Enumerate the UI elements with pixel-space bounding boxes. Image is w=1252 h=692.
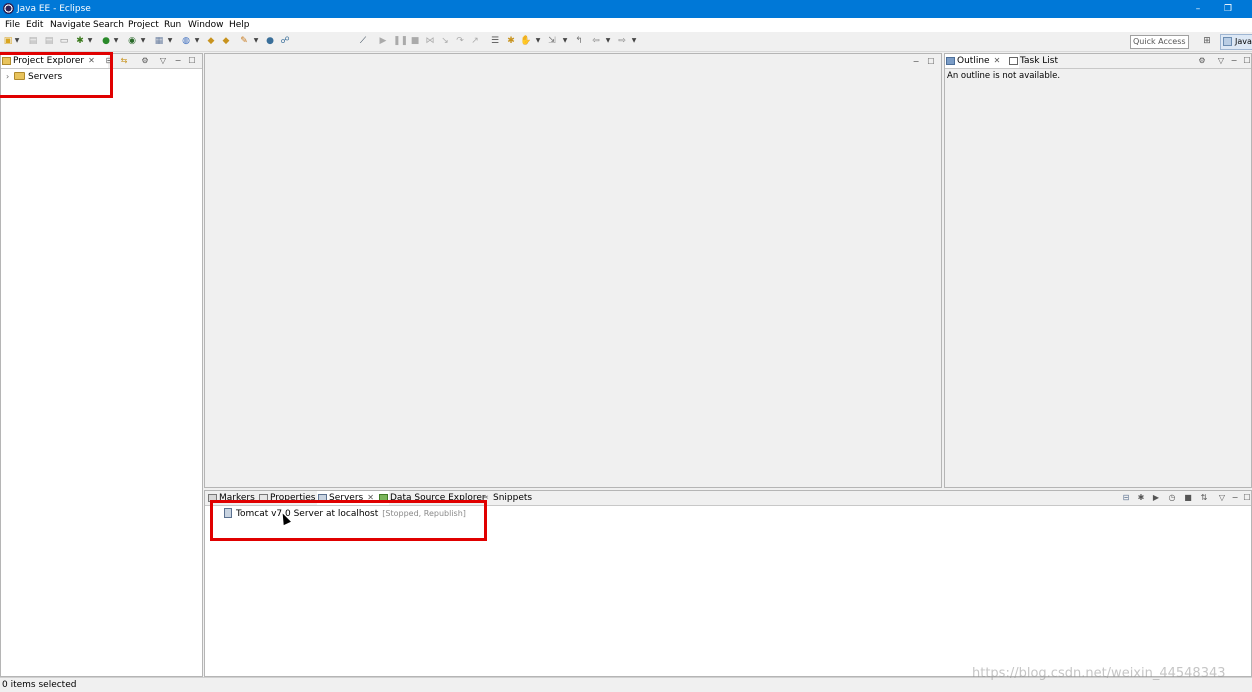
task-list-icon: [1009, 57, 1018, 65]
last-edit-icon[interactable]: ↰: [573, 35, 585, 47]
new-server-dropdown-icon[interactable]: ▼: [167, 35, 173, 47]
back-icon[interactable]: ⇦: [590, 35, 602, 47]
toggle-highlight-icon[interactable]: ✱: [505, 35, 517, 47]
globe-icon[interactable]: ●: [264, 35, 276, 47]
eclipse-icon: [3, 3, 14, 14]
start-server-icon[interactable]: ▶: [1151, 492, 1161, 504]
menu-help[interactable]: Help: [228, 18, 251, 32]
minimize-icon[interactable]: −: [1229, 55, 1239, 67]
print-icon[interactable]: ▭: [58, 35, 70, 47]
project-explorer-panel: Project Explorer ✕ ⊟ ⇆ ⚙ ▽ − ☐ › Servers: [0, 53, 203, 677]
open-perspective-icon[interactable]: ⊞: [1201, 35, 1213, 47]
maximize-icon[interactable]: ☐: [1242, 492, 1252, 504]
open-type-icon[interactable]: ◆: [205, 35, 217, 47]
menu-bar: File Edit Navigate Search Project Run Wi…: [0, 18, 1252, 32]
java-perspective-icon: [1223, 37, 1232, 46]
perspective-java-button[interactable]: Java: [1220, 34, 1252, 50]
tab-label: Outline: [957, 56, 990, 66]
suspend-icon[interactable]: ❚❚: [393, 35, 408, 47]
watermark: https://blog.csdn.net/weixin_44548343: [972, 666, 1226, 681]
status-text: 0 items selected: [2, 680, 77, 690]
run-icon[interactable]: ●: [100, 35, 112, 47]
forward-dropdown-icon[interactable]: ▼: [631, 35, 637, 47]
minimize-button[interactable]: –: [1191, 2, 1205, 16]
view-menu-icon[interactable]: ▽: [158, 55, 168, 67]
debug-server-icon[interactable]: ✱: [1136, 492, 1146, 504]
perspective-label: Java: [1235, 37, 1252, 46]
highlight-box-servers: [210, 500, 487, 541]
outline-message: An outline is not available.: [947, 71, 1061, 81]
stop-server-icon[interactable]: ■: [1183, 492, 1193, 504]
external-tools-dropdown-icon[interactable]: ▼: [140, 35, 146, 47]
editor-area: − ☐: [204, 53, 942, 488]
minimize-icon[interactable]: −: [1230, 492, 1240, 504]
new-web-dropdown-icon[interactable]: ▼: [194, 35, 200, 47]
outline-tools-icon[interactable]: ⚙: [1197, 55, 1207, 67]
tab-label: Task List: [1020, 56, 1059, 66]
outline-panel: Outline ✕ Task List ⚙ ▽ − ☐ An outline is…: [944, 53, 1252, 488]
highlight-box-project-explorer: [0, 52, 113, 98]
external-tools-icon[interactable]: ◉: [126, 35, 138, 47]
title-bar: Java EE - Eclipse – ❐: [0, 0, 1252, 18]
save-icon[interactable]: ▤: [27, 35, 39, 47]
quick-access-input[interactable]: Quick Access: [1130, 35, 1189, 49]
forward-icon[interactable]: ⇨: [616, 35, 628, 47]
publish-icon[interactable]: ⇅: [1199, 492, 1209, 504]
menu-navigate[interactable]: Navigate: [49, 18, 91, 32]
search-icon[interactable]: ✎: [238, 35, 250, 47]
back-dropdown-icon[interactable]: ▼: [605, 35, 611, 47]
menu-run[interactable]: Run: [163, 18, 182, 32]
new-server-icon[interactable]: ▦: [153, 35, 165, 47]
resume-icon[interactable]: ▶: [377, 35, 389, 47]
tab-snippets[interactable]: ✂ Snippets: [481, 491, 545, 505]
close-icon[interactable]: ✕: [994, 56, 1001, 65]
debug-icon[interactable]: ✱: [74, 35, 86, 47]
search-dropdown-icon[interactable]: ▼: [253, 35, 259, 47]
next-annotation-dropdown-icon[interactable]: ▼: [562, 35, 568, 47]
view-menu-icon[interactable]: ▽: [1217, 492, 1227, 504]
outline-tabbar: Outline ✕ Task List ⚙ ▽ − ☐: [945, 54, 1251, 69]
new-web-icon[interactable]: ◍: [180, 35, 192, 47]
minimize-icon[interactable]: −: [173, 55, 183, 67]
main-toolbar: ▣ ▼ ▤ ▤ ▭ ✱ ▼ ● ▼ ◉ ▼ ▦ ▼ ◍ ▼ ◆ ◆ ✎ ▼ ● …: [0, 32, 1252, 52]
disconnect-icon[interactable]: ⋈: [424, 35, 436, 47]
pin-icon[interactable]: ✋: [520, 35, 532, 47]
save-all-icon[interactable]: ▤: [43, 35, 55, 47]
editor-maximize-icon[interactable]: ☐: [926, 56, 936, 68]
team-icon[interactable]: ☍: [279, 35, 291, 47]
tab-task-list[interactable]: Task List: [1008, 54, 1080, 68]
menu-edit[interactable]: Edit: [25, 18, 44, 32]
open-task-icon[interactable]: ◆: [220, 35, 232, 47]
link-editor-icon[interactable]: ⇆: [119, 55, 129, 67]
editor-minimize-icon[interactable]: −: [911, 56, 921, 68]
debug-dropdown-icon[interactable]: ▼: [87, 35, 93, 47]
tab-label: Snippets: [493, 493, 533, 503]
menu-project[interactable]: Project: [127, 18, 160, 32]
run-dropdown-icon[interactable]: ▼: [113, 35, 119, 47]
next-annotation-icon[interactable]: ⇲: [546, 35, 558, 47]
menu-file[interactable]: File: [4, 18, 21, 32]
pin-dropdown-icon[interactable]: ▼: [535, 35, 541, 47]
menu-search[interactable]: Search: [92, 18, 125, 32]
profile-server-icon[interactable]: ◷: [1167, 492, 1177, 504]
step-over-icon[interactable]: ↷: [454, 35, 466, 47]
view-menu-icon[interactable]: ▽: [1216, 55, 1226, 67]
toggle-mark-icon[interactable]: ☰: [489, 35, 501, 47]
step-into-icon[interactable]: ↘: [439, 35, 451, 47]
restore-button[interactable]: ❐: [1221, 2, 1235, 16]
skip-breakpoints-icon[interactable]: ⟋: [357, 35, 369, 47]
terminate-icon[interactable]: ■: [409, 35, 421, 47]
step-return-icon[interactable]: ↗: [469, 35, 481, 47]
new-icon[interactable]: ▣: [2, 35, 14, 47]
outline-icon: [946, 57, 955, 65]
window-title: Java EE - Eclipse: [17, 4, 91, 14]
maximize-icon[interactable]: ☐: [187, 55, 197, 67]
filter-icon[interactable]: ⚙: [140, 55, 150, 67]
collapse-all-icon[interactable]: ⊟: [1121, 492, 1131, 504]
maximize-icon[interactable]: ☐: [1242, 55, 1252, 67]
menu-window[interactable]: Window: [187, 18, 225, 32]
new-dropdown-icon[interactable]: ▼: [14, 35, 20, 47]
